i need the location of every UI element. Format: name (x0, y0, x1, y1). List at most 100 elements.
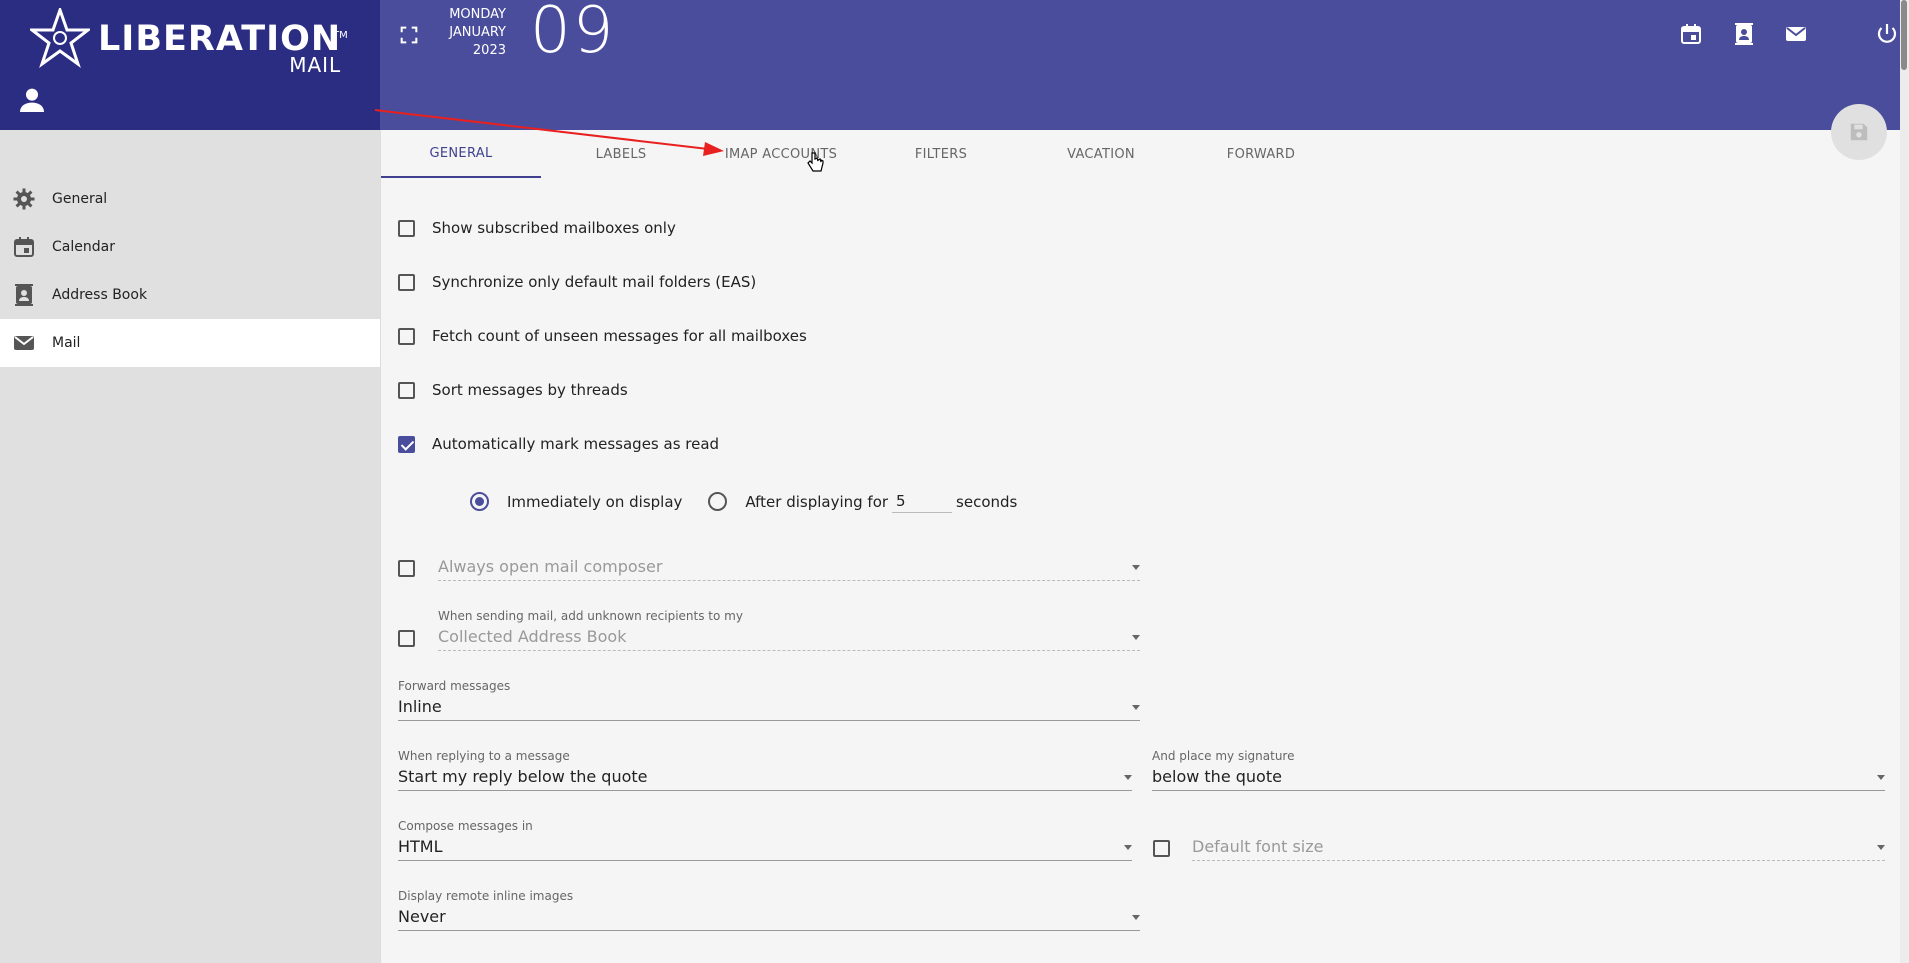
power-icon[interactable] (1875, 22, 1899, 46)
contacts-icon (15, 284, 33, 306)
field-label: When sending mail, add unknown recipient… (438, 609, 743, 623)
mark-after-seconds-input[interactable] (892, 490, 953, 513)
collect-recipients-select[interactable]: When sending mail, add unknown recipient… (438, 609, 1140, 651)
select-value: HTML (398, 837, 443, 856)
sync-default-checkbox[interactable] (398, 273, 415, 291)
sidebar-item-label: Calendar (52, 239, 115, 255)
option-label: Fetch count of unseen messages for all m… (432, 327, 807, 345)
chevron-down-icon (1132, 635, 1140, 640)
sidebar-item-calendar[interactable]: Calendar (0, 223, 380, 271)
always-open-composer-checkbox[interactable] (398, 560, 415, 577)
pointer-cursor-icon (807, 152, 824, 172)
mark-read-timing: Immediately on display After displaying … (470, 490, 1017, 513)
select-value: Start my reply below the quote (398, 767, 648, 786)
field-label: When replying to a message (398, 749, 570, 763)
option-label: Synchronize only default mail folders (E… (432, 273, 757, 291)
date-day: 09 (530, 0, 616, 68)
select-value: Always open mail composer (438, 557, 663, 576)
subscribed-only-checkbox[interactable] (398, 219, 415, 237)
date-year: 2023 (472, 43, 506, 58)
chevron-down-icon (1132, 915, 1140, 920)
option-label: Sort messages by threads (432, 381, 628, 399)
field-label: Compose messages in (398, 819, 533, 833)
scrollbar-track[interactable] (1900, 0, 1909, 963)
sidebar-item-general[interactable]: General (0, 175, 380, 223)
mark-after-radio[interactable] (708, 492, 728, 511)
option-default-font-size (1153, 840, 1187, 857)
tab-forward[interactable]: FORWARD (1181, 130, 1341, 178)
save-icon (1850, 123, 1868, 141)
calendar-icon[interactable] (1679, 22, 1703, 46)
fullscreen-icon[interactable] (398, 24, 420, 46)
fetch-unseen-checkbox[interactable] (398, 327, 415, 345)
app-logo: LIBERATION MAIL TM (30, 8, 348, 75)
logo-trademark: TM (333, 30, 348, 41)
seconds-label: seconds (956, 492, 1018, 511)
field-label: And place my signature (1152, 749, 1295, 763)
tab-general[interactable]: GENERAL (381, 130, 541, 178)
select-value: Never (398, 907, 446, 926)
chevron-down-icon (1124, 845, 1132, 850)
option-label: Show subscribed mailboxes only (432, 219, 676, 237)
field-label: Display remote inline images (398, 889, 574, 903)
sidebar-item-label: General (52, 191, 108, 207)
gear-icon (13, 188, 35, 210)
chevron-down-icon (1132, 705, 1140, 710)
option-fetch-unseen[interactable]: Fetch count of unseen messages for all m… (398, 327, 807, 345)
tab-filters[interactable]: FILTERS (861, 130, 1021, 178)
sidebar-item-label: Address Book (52, 287, 148, 303)
select-value: Collected Address Book (438, 627, 627, 646)
logo-star-icon (30, 8, 90, 68)
always-open-composer-select[interactable]: Always open mail composer (438, 557, 1140, 581)
signature-position-select[interactable]: And place my signature below the quote (1152, 749, 1885, 791)
chevron-down-icon (1132, 565, 1140, 570)
tab-labels[interactable]: LABELS (541, 130, 701, 178)
header-brand-area: LIBERATION MAIL TM (0, 0, 380, 130)
compose-format-select[interactable]: Compose messages in HTML (398, 819, 1132, 861)
option-collect-recipients (398, 630, 432, 647)
logo-word: LIBERATION (98, 19, 342, 59)
mail-icon (14, 336, 34, 350)
option-sync-default[interactable]: Synchronize only default mail folders (E… (398, 273, 756, 291)
tab-imap-accounts[interactable]: IMAP ACCOUNTS (701, 130, 861, 178)
select-value: Default font size (1192, 837, 1324, 856)
mail-icon[interactable] (1784, 22, 1808, 46)
mail-settings-panel: GENERAL LABELS IMAP ACCOUNTS FILTERS VAC… (380, 130, 1900, 963)
select-value: below the quote (1152, 767, 1282, 786)
option-sort-threads[interactable]: Sort messages by threads (398, 381, 628, 399)
tab-vacation[interactable]: VACATION (1021, 130, 1181, 178)
select-value: Inline (398, 697, 442, 716)
date-month: JANUARY (449, 25, 506, 40)
default-font-size-checkbox[interactable] (1153, 840, 1170, 857)
mark-after-label: After displaying for (745, 492, 889, 511)
auto-mark-read-checkbox[interactable] (398, 435, 415, 453)
option-auto-mark-read[interactable]: Automatically mark messages as read (398, 435, 719, 453)
sidebar-item-label: Mail (52, 335, 81, 351)
sort-threads-checkbox[interactable] (398, 381, 415, 399)
chevron-down-icon (1877, 845, 1885, 850)
sidebar-item-address-book[interactable]: Address Book (0, 271, 380, 319)
forward-messages-select[interactable]: Forward messages Inline (398, 679, 1140, 721)
sidebar-item-mail[interactable]: Mail (0, 319, 380, 367)
default-font-size-select[interactable]: Default font size (1192, 837, 1885, 861)
user-icon[interactable] (16, 84, 48, 116)
option-always-open-composer (398, 560, 432, 577)
contacts-icon[interactable] (1732, 22, 1756, 46)
option-subscribed-only[interactable]: Show subscribed mailboxes only (398, 219, 676, 237)
date-block: MONDAY JANUARY 2023 (440, 6, 506, 60)
mark-immediately-label: Immediately on display (507, 492, 683, 511)
reply-position-select[interactable]: When replying to a message Start my repl… (398, 749, 1132, 791)
option-label: Automatically mark messages as read (432, 435, 720, 453)
collect-recipients-checkbox[interactable] (398, 630, 415, 647)
save-button[interactable] (1831, 104, 1887, 160)
chevron-down-icon (1877, 775, 1885, 780)
calendar-icon (14, 237, 34, 257)
mark-immediately-radio[interactable] (470, 492, 489, 511)
chevron-down-icon (1124, 775, 1132, 780)
date-weekday: MONDAY (449, 7, 506, 22)
sidebar: General Calendar Address Book Mail (0, 130, 380, 963)
scrollbar-thumb[interactable] (1901, 0, 1907, 70)
remote-images-select[interactable]: Display remote inline images Never (398, 889, 1140, 931)
field-label: Forward messages (398, 679, 511, 693)
settings-tabs: GENERAL LABELS IMAP ACCOUNTS FILTERS VAC… (381, 130, 1901, 178)
